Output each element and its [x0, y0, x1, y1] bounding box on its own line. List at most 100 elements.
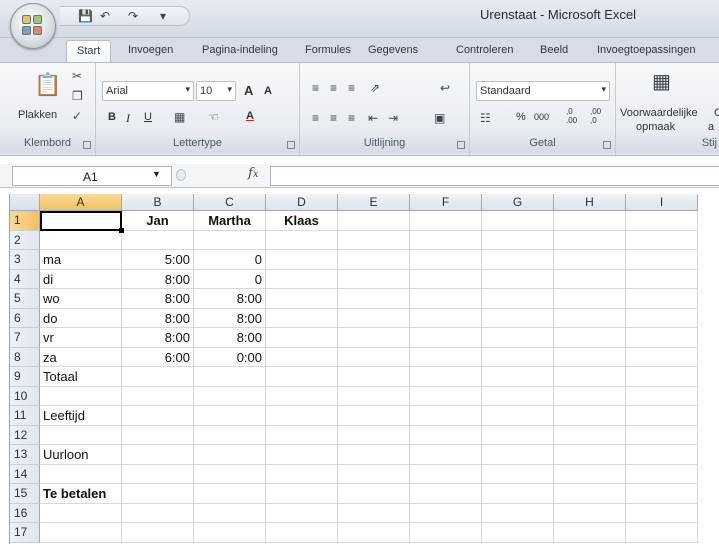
cell-i9[interactable]: [626, 367, 698, 387]
cell-c6[interactable]: 8:00: [194, 308, 266, 328]
cell-f1[interactable]: [410, 211, 482, 231]
cell-e13[interactable]: [338, 445, 410, 465]
cell-g3[interactable]: [482, 250, 554, 270]
cell-a4[interactable]: di: [40, 269, 122, 289]
row-header-14[interactable]: 14: [10, 464, 40, 484]
cell-f8[interactable]: [410, 347, 482, 367]
row-header-6[interactable]: 6: [10, 308, 40, 328]
cell-a13[interactable]: Uurloon: [40, 445, 122, 465]
cell-c12[interactable]: [194, 425, 266, 445]
cell-a17[interactable]: [40, 523, 122, 543]
cell-e7[interactable]: [338, 328, 410, 348]
save-icon[interactable]: 💾: [78, 9, 93, 23]
cell-c5[interactable]: 8:00: [194, 289, 266, 309]
cell-f5[interactable]: [410, 289, 482, 309]
wrap-text-icon[interactable]: ↩: [440, 81, 450, 95]
font-name-select[interactable]: Arial ▾: [102, 81, 194, 101]
increase-decimal-button[interactable]: ,0 .00: [566, 107, 584, 125]
cell-e16[interactable]: [338, 503, 410, 523]
cell-d7[interactable]: [266, 328, 338, 348]
cell-c3[interactable]: 0: [194, 250, 266, 270]
cell-a12[interactable]: [40, 425, 122, 445]
cell-h2[interactable]: [554, 230, 626, 250]
column-header-f[interactable]: F: [410, 194, 482, 211]
cell-d8[interactable]: [266, 347, 338, 367]
cell-c13[interactable]: [194, 445, 266, 465]
bold-button[interactable]: B: [108, 111, 116, 123]
cell-d15[interactable]: [266, 484, 338, 504]
cell-b8[interactable]: 6:00: [122, 347, 194, 367]
formula-input[interactable]: [270, 166, 719, 186]
cell-b10[interactable]: [122, 386, 194, 406]
align-top-icon[interactable]: ≡: [312, 81, 319, 95]
format-as-table-button[interactable]: C: [714, 107, 719, 119]
cell-f2[interactable]: [410, 230, 482, 250]
cell-d10[interactable]: [266, 386, 338, 406]
cell-e2[interactable]: [338, 230, 410, 250]
cell-d3[interactable]: [266, 250, 338, 270]
cell-h13[interactable]: [554, 445, 626, 465]
cell-c11[interactable]: [194, 406, 266, 426]
cell-g14[interactable]: [482, 464, 554, 484]
cell-g15[interactable]: [482, 484, 554, 504]
cell-i14[interactable]: [626, 464, 698, 484]
cell-b2[interactable]: [122, 230, 194, 250]
cell-f16[interactable]: [410, 503, 482, 523]
paste-button[interactable]: Plakken: [18, 109, 57, 121]
row-header-1[interactable]: 1: [10, 211, 40, 231]
name-box[interactable]: A1: [12, 166, 172, 186]
cell-f17[interactable]: [410, 523, 482, 543]
cell-c17[interactable]: [194, 523, 266, 543]
cell-a1[interactable]: [40, 211, 122, 231]
cell-d11[interactable]: [266, 406, 338, 426]
cell-h10[interactable]: [554, 386, 626, 406]
cell-a15[interactable]: Te betalen: [40, 484, 122, 504]
cell-f11[interactable]: [410, 406, 482, 426]
cell-i4[interactable]: [626, 269, 698, 289]
cell-h4[interactable]: [554, 269, 626, 289]
increase-indent-icon[interactable]: ⇥: [388, 111, 398, 125]
redo-icon[interactable]: ↷: [128, 9, 138, 23]
percent-button[interactable]: %: [516, 111, 526, 123]
cell-a3[interactable]: ma: [40, 250, 122, 270]
cell-d2[interactable]: [266, 230, 338, 250]
cell-d16[interactable]: [266, 503, 338, 523]
cell-f6[interactable]: [410, 308, 482, 328]
format-as-table-button-line2[interactable]: a: [708, 121, 714, 133]
cell-b13[interactable]: [122, 445, 194, 465]
cell-b7[interactable]: 8:00: [122, 328, 194, 348]
cell-h8[interactable]: [554, 347, 626, 367]
cell-b11[interactable]: [122, 406, 194, 426]
row-header-10[interactable]: 10: [10, 386, 40, 406]
cell-b15[interactable]: [122, 484, 194, 504]
dialog-launcher-icon[interactable]: [287, 141, 295, 149]
cell-c1[interactable]: Martha: [194, 211, 266, 231]
row-header-3[interactable]: 3: [10, 250, 40, 270]
cell-b12[interactable]: [122, 425, 194, 445]
cell-f14[interactable]: [410, 464, 482, 484]
fill-color-icon[interactable]: ☜: [208, 110, 219, 124]
cell-g6[interactable]: [482, 308, 554, 328]
row-header-17[interactable]: 17: [10, 523, 40, 543]
tab-start[interactable]: Start: [66, 40, 112, 63]
cell-d5[interactable]: [266, 289, 338, 309]
cell-a11[interactable]: Leeftijd: [40, 406, 122, 426]
conditional-formatting-icon[interactable]: ▦: [652, 71, 671, 93]
row-header-4[interactable]: 4: [10, 269, 40, 289]
cell-h6[interactable]: [554, 308, 626, 328]
row-header-16[interactable]: 16: [10, 503, 40, 523]
row-header-15[interactable]: 15: [10, 484, 40, 504]
cell-h14[interactable]: [554, 464, 626, 484]
cell-e10[interactable]: [338, 386, 410, 406]
cell-c15[interactable]: [194, 484, 266, 504]
tab-invoegtoepassingen[interactable]: Invoegtoepassingen: [597, 44, 695, 56]
column-header-h[interactable]: H: [554, 194, 626, 211]
font-color-button[interactable]: A: [246, 110, 254, 122]
cell-d12[interactable]: [266, 425, 338, 445]
cell-a6[interactable]: do: [40, 308, 122, 328]
cell-a2[interactable]: [40, 230, 122, 250]
cell-e17[interactable]: [338, 523, 410, 543]
cell-d9[interactable]: [266, 367, 338, 387]
cell-e14[interactable]: [338, 464, 410, 484]
cell-i17[interactable]: [626, 523, 698, 543]
